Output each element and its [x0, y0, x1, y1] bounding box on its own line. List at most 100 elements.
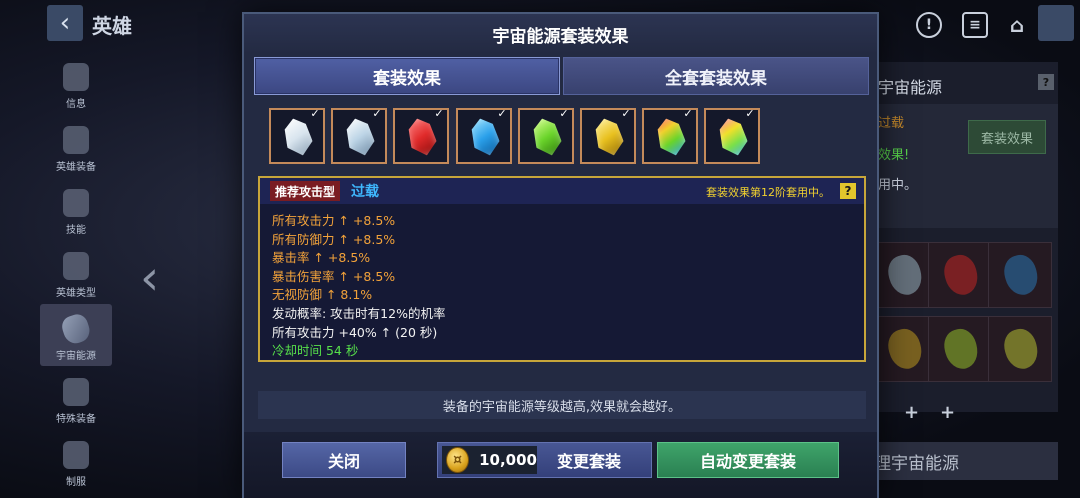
rail-item-label: 信息	[66, 99, 86, 110]
modal-title: 宇宙能源套装效果	[244, 14, 877, 54]
rainbow-gem-icon	[654, 115, 689, 158]
blue-gem-icon	[468, 115, 503, 158]
footnote-text: 装备的宇宙能源等级越高,效果就会越好。	[258, 391, 866, 419]
check-icon: ✓	[497, 107, 507, 120]
rail-item-equipment[interactable]: 英雄装备	[40, 115, 112, 177]
cooldown-line: 冷却时间 54 秒	[272, 343, 359, 359]
set-effect-detail: 推荐攻击型 过载 套装效果第12阶套用中。 ? 所有攻击力 ↑ +8.5% 所有…	[258, 176, 866, 362]
spinner-icon	[63, 252, 89, 280]
gem-slot[interactable]: ✓	[331, 108, 387, 164]
effect-line: 所有防御力 ↑ +8.5%	[272, 231, 396, 247]
fist-icon	[63, 189, 89, 217]
green-gem-icon	[530, 115, 565, 158]
check-icon: ✓	[621, 107, 631, 120]
check-icon: ✓	[683, 107, 693, 120]
menu-button[interactable]	[1038, 5, 1074, 41]
helmet-icon	[63, 63, 89, 91]
white-gem-icon	[281, 115, 316, 158]
chevron-left-icon: ‹	[59, 8, 71, 38]
effect-line: 暴击率 ↑ +8.5%	[272, 250, 371, 266]
plus-icon[interactable]: +	[940, 402, 960, 423]
panel-gem-slot[interactable]	[988, 242, 1052, 308]
rail-item-label: 制服	[66, 477, 86, 488]
left-nav-rail: 信息 英雄装备 技能 英雄类型 宇宙能源 特殊装备 制服	[40, 52, 112, 498]
gem-slot[interactable]: ✓	[456, 108, 512, 164]
rail-item-label: 英雄类型	[56, 288, 96, 299]
gold-coin-icon: ¤	[446, 447, 470, 473]
chat-icon[interactable]: ≡	[962, 12, 988, 38]
gem-slot[interactable]: ✓	[704, 108, 760, 164]
top-right-toolbar: ! ≡ ⌂	[860, 0, 1080, 50]
change-set-label: 变更套装	[557, 452, 622, 471]
check-icon: ✓	[434, 107, 444, 120]
alert-icon[interactable]: !	[916, 12, 942, 38]
gem-icon	[59, 311, 93, 347]
cosmic-energy-panel: 宇宙能源 ? 过载 效果! 用中。 套装效果	[868, 62, 1058, 412]
silver-gem-icon	[343, 115, 378, 158]
back-button[interactable]: ‹	[47, 5, 83, 41]
page-title: 英雄	[92, 14, 132, 38]
figure-icon	[63, 378, 89, 406]
panel-title: 宇宙能源	[878, 78, 943, 97]
check-icon: ✓	[372, 107, 382, 120]
cost-value: 10,000	[479, 451, 537, 469]
tab-full-set-effect[interactable]: 全套套装效果	[563, 57, 869, 95]
effect-line: 暴击伤害率 ↑ +8.5%	[272, 268, 396, 284]
prev-hero-arrow-icon[interactable]: ‹	[140, 250, 159, 306]
rail-item-label: 宇宙能源	[56, 351, 96, 362]
panel-gem-slot[interactable]	[872, 316, 936, 382]
effect-line: 所有攻击力 +40% ↑ (20 秒)	[272, 324, 438, 340]
rail-item-hero-type[interactable]: 英雄类型	[40, 241, 112, 303]
close-button[interactable]: 关闭	[282, 442, 406, 478]
rail-item-label: 技能	[66, 225, 86, 236]
rail-item-skills[interactable]: 技能	[40, 178, 112, 240]
panel-gem-slot[interactable]	[872, 242, 936, 308]
rail-item-uniform[interactable]: 制服	[40, 430, 112, 492]
cost-display: ¤ 10,000	[442, 446, 537, 474]
change-set-button[interactable]: ¤ 10,000 变更套装	[437, 442, 652, 478]
rail-item-label: 英雄装备	[56, 162, 96, 173]
manage-cosmic-energy-button[interactable]: 理宇宙能源	[868, 442, 1058, 480]
hammer-icon	[63, 126, 89, 154]
panel-set-name: 过载	[878, 116, 905, 131]
detail-header: 推荐攻击型 过载 套装效果第12阶套用中。 ?	[260, 178, 864, 204]
rail-item-label: 特殊装备	[56, 414, 96, 425]
check-icon: ✓	[310, 107, 320, 120]
effect-line: 所有攻击力 ↑ +8.5%	[272, 213, 396, 228]
rail-item-special-gear[interactable]: 特殊装备	[40, 367, 112, 429]
set-effect-modal: 宇宙能源套装效果 套装效果 全套套装效果 ✓ ✓ ✓ ✓ ✓ ✓ ✓ ✓ 推荐攻…	[242, 12, 879, 498]
gem-slot[interactable]: ✓	[518, 108, 574, 164]
check-icon: ✓	[559, 107, 569, 120]
effect-list: 所有攻击力 ↑ +8.5% 所有防御力 ↑ +8.5% 暴击率 ↑ +8.5% …	[272, 210, 445, 359]
plus-icon[interactable]: +	[904, 402, 924, 423]
yellow-gem-icon	[592, 115, 627, 158]
tab-set-effect[interactable]: 套装效果	[254, 57, 560, 95]
effect-line: 发动概率: 攻击时有12%的机率	[272, 305, 446, 321]
panel-gem-slot[interactable]	[928, 242, 992, 308]
panel-set-effect-button[interactable]: 套装效果	[968, 120, 1046, 154]
panel-effect-text: 效果!	[878, 148, 910, 163]
red-gem-icon	[405, 115, 440, 158]
panel-gem-slot[interactable]	[988, 316, 1052, 382]
mask-icon	[63, 441, 89, 469]
panel-applied-text: 用中。	[878, 178, 918, 193]
help-icon[interactable]: ?	[1038, 74, 1054, 90]
applied-status: 套装效果第12阶套用中。	[706, 186, 830, 199]
check-icon: ✓	[745, 107, 755, 120]
panel-summary: 过载 效果! 用中。 套装效果	[868, 104, 1058, 228]
gem-slot[interactable]: ✓	[393, 108, 449, 164]
auto-change-set-button[interactable]: 自动变更套装	[657, 442, 839, 478]
modal-tabs: 套装效果 全套套装效果	[254, 57, 869, 95]
help-icon[interactable]: ?	[840, 183, 856, 199]
effect-line: 无视防御 ↑ 8.1%	[272, 287, 373, 303]
rail-item-info[interactable]: 信息	[40, 52, 112, 114]
rail-item-cosmic-energy[interactable]: 宇宙能源	[40, 304, 112, 366]
gem-slot[interactable]: ✓	[580, 108, 636, 164]
rainbow-gem-icon	[716, 115, 751, 158]
home-icon[interactable]: ⌂	[1004, 12, 1030, 38]
gem-slot[interactable]: ✓	[269, 108, 325, 164]
gem-slot[interactable]: ✓	[642, 108, 698, 164]
panel-gem-slot[interactable]	[928, 316, 992, 382]
recommended-type-badge: 推荐攻击型	[270, 181, 341, 201]
set-name: 过载	[351, 184, 379, 200]
